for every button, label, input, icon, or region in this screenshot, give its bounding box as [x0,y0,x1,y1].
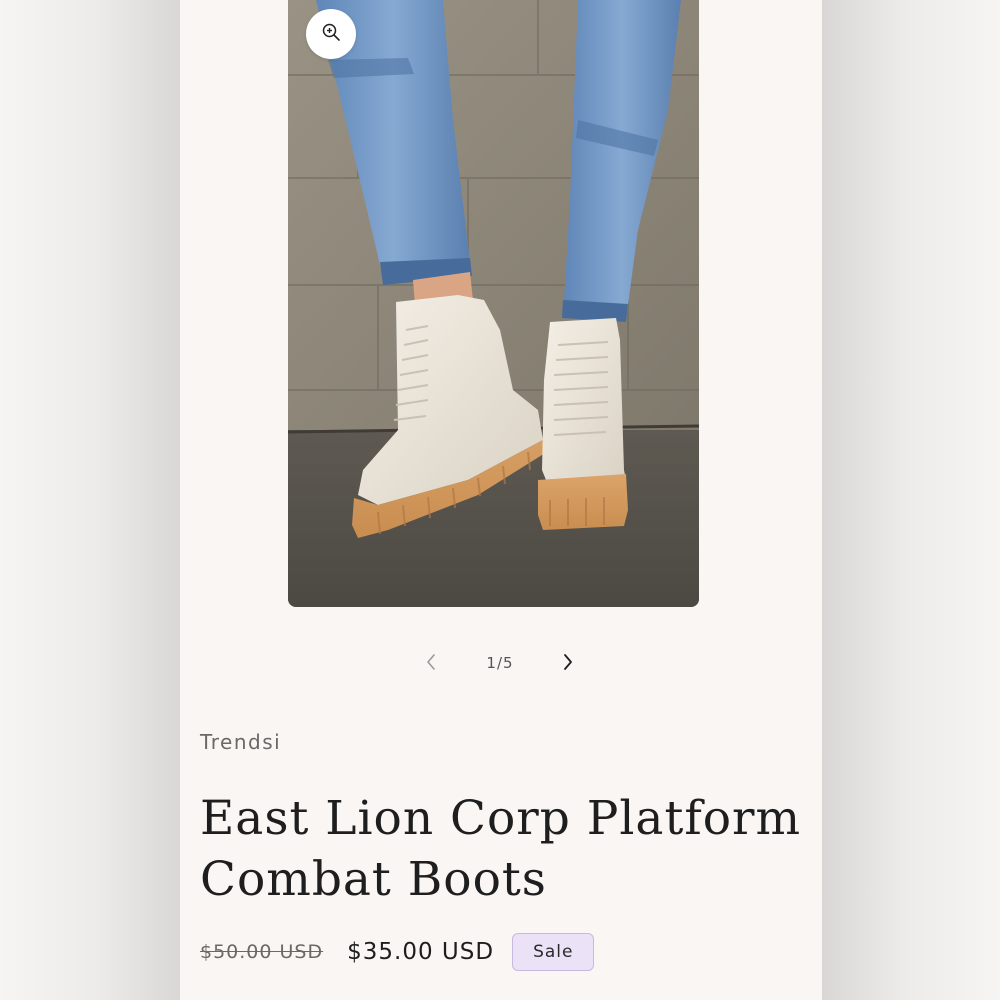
boots-photo [288,0,699,607]
regular-price: $50.00 USD [200,941,324,963]
previous-slide-button[interactable] [419,652,443,676]
price-row: $50.00 USD $35.00 USD Sale [200,932,595,972]
chevron-right-icon [562,653,574,675]
product-page: 1/5 Trendsi East Lion Corp Platform Comb… [180,0,822,1000]
next-slide-button[interactable] [556,652,580,676]
gallery-pagination: 1/5 [180,644,822,684]
sale-price: $35.00 USD [347,939,495,965]
chevron-left-icon [425,653,437,675]
zoom-button[interactable] [306,9,356,59]
product-image[interactable] [288,0,699,607]
sale-badge: Sale [512,933,595,971]
slide-counter: 1/5 [486,654,514,672]
right-backdrop [822,0,1000,1000]
zoom-in-icon [321,22,341,46]
left-backdrop [0,0,180,1000]
product-vendor: Trendsi [200,730,282,754]
product-title: East Lion Corp Platform Combat Boots [200,791,802,907]
